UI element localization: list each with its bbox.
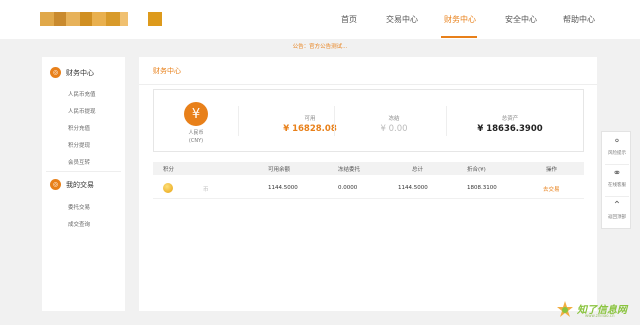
nav-finance-center[interactable]: 财务中心 <box>444 14 476 25</box>
row-available: 1144.5000 <box>268 185 298 191</box>
row-equivalent: 1808.3100 <box>467 185 497 191</box>
title-divider <box>139 84 597 85</box>
sidebar-item-cny-deposit[interactable]: 人民币充值 <box>68 90 96 98</box>
sidebar-group-finance: ◎ 财务中心 <box>50 67 94 78</box>
frozen-label: 冻结 <box>388 116 400 122</box>
row-total: 1144.5000 <box>398 185 428 191</box>
nav-active-indicator <box>441 36 477 38</box>
lightbulb-icon: ⚬ <box>612 136 622 147</box>
sidebar-item-member-transfer[interactable]: 会员互转 <box>68 158 90 166</box>
currency-code: (CNY) <box>188 138 204 144</box>
site-logo[interactable] <box>40 12 162 26</box>
nav-trade-center[interactable]: 交易中心 <box>386 14 418 25</box>
total-assets-label: 总资产 <box>501 116 519 122</box>
coin-icon <box>163 183 173 193</box>
watermark-logo-icon <box>557 301 573 317</box>
sidebar-item-orders[interactable]: 委托交易 <box>68 203 90 211</box>
finance-icon: ◎ <box>50 67 61 78</box>
online-service-label: 在线客服 <box>608 183 626 188</box>
page-title: 财务中心 <box>153 67 181 75</box>
coin-name: 币 <box>203 187 209 193</box>
sidebar-group-title: 我的交易 <box>66 180 94 189</box>
announcement-notice[interactable]: 公告：官方公告测试... <box>0 42 640 50</box>
online-service-button[interactable]: ⚭ 在线客服 <box>602 168 632 188</box>
sidebar-item-cny-withdraw[interactable]: 人民币提现 <box>68 107 96 115</box>
watermark-url: www.zhiliao.cn <box>585 313 615 318</box>
go-trade-link[interactable]: 去交易 <box>543 185 560 193</box>
total-assets-value: ¥ 18636.3900 <box>477 124 543 134</box>
col-points: 积分 <box>163 167 175 173</box>
chevron-up-icon: ⌃ <box>612 200 622 211</box>
tool-divider <box>605 164 629 165</box>
table-header: 积分 可用余额 冻结委托 总计 折合(¥) 操作 <box>153 162 584 175</box>
col-action: 操作 <box>546 167 558 173</box>
back-to-top-label: 返回顶部 <box>608 215 626 220</box>
sidebar: ◎ 财务中心 人民币充值 人民币提现 积分充值 积分提现 会员互转 ◎ 我的交易… <box>42 57 125 311</box>
risk-tips-label: 风险提示 <box>608 151 626 156</box>
top-header: 首页 交易中心 财务中心 安全中心 帮助中心 <box>0 0 640 39</box>
col-total: 总计 <box>412 167 424 173</box>
tool-divider <box>605 196 629 197</box>
col-frozen: 冻结委托 <box>338 167 361 173</box>
sidebar-divider <box>46 171 121 172</box>
floating-toolbar: ⚬ 风险提示 ⚭ 在线客服 ⌃ 返回顶部 <box>601 131 631 229</box>
sidebar-item-trade-history[interactable]: 成交查询 <box>68 220 90 228</box>
currency-name: 人民币 <box>188 130 204 136</box>
currency-label: 人民币 (CNY) <box>174 129 218 145</box>
summary-divider <box>238 106 239 136</box>
summary-divider <box>446 106 447 136</box>
nav-security-center[interactable]: 安全中心 <box>505 14 537 25</box>
sidebar-group-title: 财务中心 <box>66 68 94 77</box>
main-panel: 财务中心 ¥ 人民币 (CNY) 可用 ¥ 16828.08 冻结 ¥ 0.00… <box>139 57 597 311</box>
balance-summary: ¥ 人民币 (CNY) 可用 ¥ 16828.08 冻结 ¥ 0.00 总资产 … <box>153 89 584 152</box>
col-equivalent: 折合(¥) <box>467 167 486 173</box>
col-available: 可用余额 <box>268 167 291 173</box>
trade-icon: ◎ <box>50 179 61 190</box>
nav-home[interactable]: 首页 <box>341 14 357 25</box>
sidebar-item-points-deposit[interactable]: 积分充值 <box>68 124 90 132</box>
table-row-divider <box>153 198 584 199</box>
back-to-top-button[interactable]: ⌃ 返回顶部 <box>602 200 632 220</box>
yuan-icon: ¥ <box>184 102 208 126</box>
headset-icon: ⚭ <box>612 168 622 179</box>
sidebar-item-points-withdraw[interactable]: 积分提现 <box>68 141 90 149</box>
frozen-value: ¥ 0.00 <box>380 124 408 134</box>
sidebar-group-trades: ◎ 我的交易 <box>50 179 94 190</box>
nav-help-center[interactable]: 帮助中心 <box>563 14 595 25</box>
risk-tips-button[interactable]: ⚬ 风险提示 <box>602 136 632 156</box>
row-frozen: 0.0000 <box>338 185 358 191</box>
watermark: 知了信息网 www.zhiliao.cn <box>555 299 637 319</box>
